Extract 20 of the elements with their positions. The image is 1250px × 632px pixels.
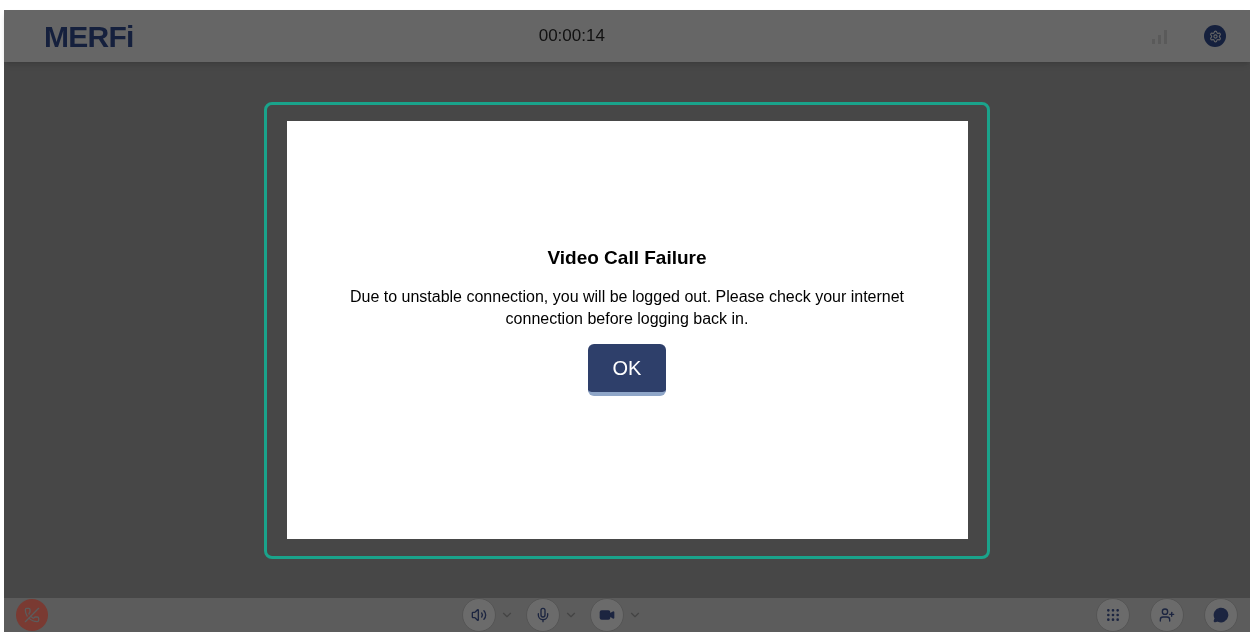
speaker-button[interactable] [462,598,496,632]
gear-icon [1208,29,1222,43]
call-timer: 00:00:14 [538,25,605,48]
speaker-icon [471,607,487,623]
keypad-button[interactable] [1096,598,1130,632]
chat-button[interactable] [1204,598,1238,632]
logo: MERFi [44,18,134,55]
microphone-button[interactable] [526,598,560,632]
microphone-icon [535,607,551,623]
add-user-icon [1159,607,1175,623]
dialog-message: Due to unstable connection, you will be logged out. Please check your internet connection before logging back in. [348,287,906,330]
keypad-icon [1105,607,1121,623]
camera-button[interactable] [590,598,624,632]
dialog-title: Video Call Failure [547,245,707,270]
settings-button[interactable] [1204,25,1226,47]
phone-off-icon [24,607,40,623]
ok-button[interactable]: OK [588,344,666,397]
add-user-button[interactable] [1150,598,1184,632]
chat-bubble-icon [1213,607,1229,623]
video-camera-icon [599,607,615,623]
